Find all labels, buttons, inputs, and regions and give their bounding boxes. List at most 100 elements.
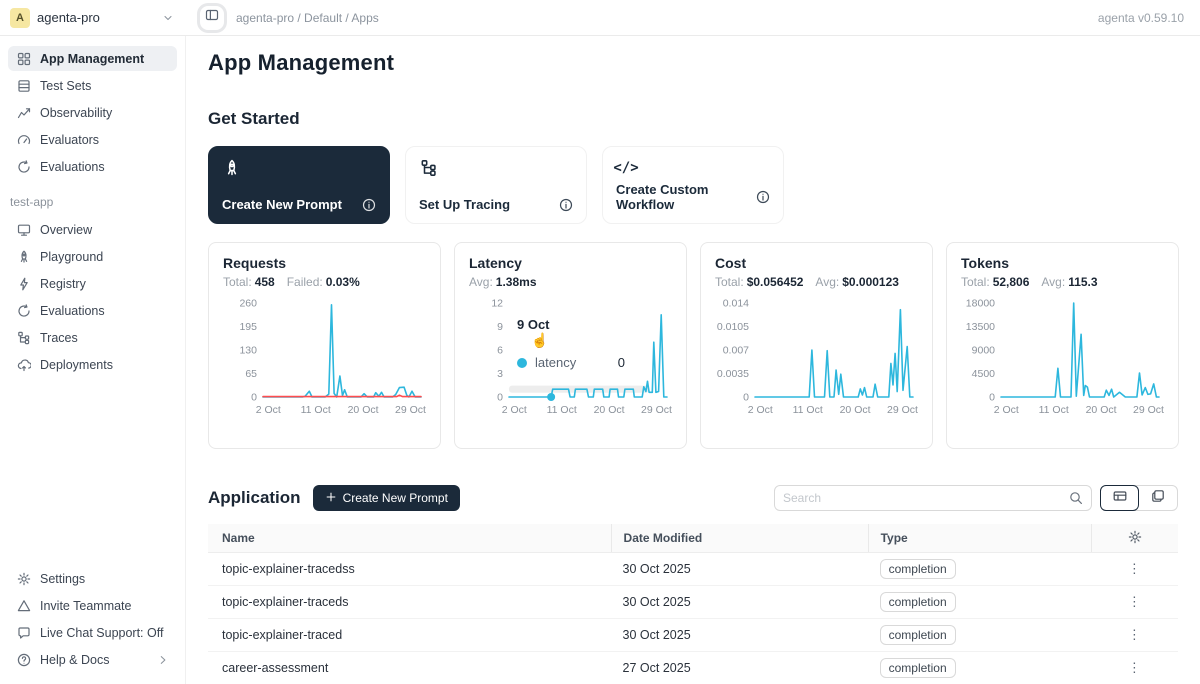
- sidebar-item-label: Registry: [40, 277, 86, 291]
- row-menu-icon[interactable]: ⋮: [1128, 594, 1141, 610]
- svg-text:12: 12: [491, 298, 503, 310]
- row-menu-icon[interactable]: ⋮: [1128, 660, 1141, 676]
- metric-title: Tokens: [961, 255, 1164, 271]
- column-header-type[interactable]: Type: [868, 524, 1091, 552]
- svg-text:29 Oct: 29 Oct: [395, 404, 426, 416]
- help-icon: [16, 652, 31, 667]
- sidebar-item-label: Overview: [40, 223, 92, 237]
- application-header: Application Create New Prompt: [208, 485, 1178, 511]
- row-menu-icon[interactable]: ⋮: [1128, 627, 1141, 643]
- bolt-icon: [16, 276, 31, 291]
- sidebar-item-deployments[interactable]: Deployments: [8, 352, 177, 377]
- table-row-topic-explainer-tracedss[interactable]: topic-explainer-tracedss30 Oct 2025compl…: [208, 553, 1178, 586]
- svg-text:11 Oct: 11 Oct: [547, 404, 577, 416]
- info-icon[interactable]: [756, 190, 770, 204]
- type-badge: completion: [880, 658, 956, 678]
- table-row-career-assessment[interactable]: career-assessment27 Oct 2025completion⋮: [208, 652, 1178, 684]
- refresh-icon: [16, 159, 31, 174]
- svg-text:29 Oct: 29 Oct: [887, 404, 918, 416]
- workspace-name: agenta-pro: [37, 10, 100, 25]
- sidebar-item-label: Help & Docs: [40, 653, 109, 667]
- get-started-card-create-new-prompt[interactable]: Create New Prompt: [208, 146, 390, 224]
- metric-stats: Total:52,806Avg:115.3: [961, 275, 1164, 289]
- sidebar-item-label: Observability: [40, 106, 112, 120]
- svg-text:0.007: 0.007: [723, 345, 749, 357]
- sidebar-item-label: Invite Teammate: [40, 599, 131, 613]
- sidebar-item-live-chat-support-off[interactable]: Live Chat Support: Off: [8, 620, 177, 645]
- cloud-icon: [16, 357, 31, 372]
- table-body: topic-explainer-tracedss30 Oct 2025compl…: [208, 553, 1178, 684]
- sidebar-item-settings[interactable]: Settings: [8, 566, 177, 591]
- sidebar-item-label: Test Sets: [40, 79, 91, 93]
- sidebar-item-app-management[interactable]: App Management: [8, 46, 177, 71]
- gear-icon: [16, 571, 31, 586]
- metric-chart[interactable]: 04500900013500180002 Oct11 Oct20 Oct29 O…: [961, 293, 1166, 425]
- workspace-avatar: A: [10, 8, 30, 28]
- info-icon[interactable]: [559, 198, 573, 212]
- svg-text:9000: 9000: [972, 345, 996, 357]
- svg-text:20 Oct: 20 Oct: [840, 404, 871, 416]
- app-type: completion: [868, 658, 1091, 678]
- svg-text:11 Oct: 11 Oct: [793, 404, 823, 416]
- sidebar-item-invite-teammate[interactable]: Invite Teammate: [8, 593, 177, 618]
- sidebar-item-registry[interactable]: Registry: [8, 271, 177, 296]
- sidebar-item-test-sets[interactable]: Test Sets: [8, 73, 177, 98]
- table-row-topic-explainer-traced[interactable]: topic-explainer-traced30 Oct 2025complet…: [208, 619, 1178, 652]
- chevron-down-icon[interactable]: [162, 12, 174, 24]
- get-started-card-create-custom-workflow[interactable]: </>Create Custom Workflow: [602, 146, 784, 224]
- card-view-button[interactable]: [1138, 486, 1177, 510]
- sidebar-item-evaluations[interactable]: Evaluations: [8, 154, 177, 179]
- row-menu-icon[interactable]: ⋮: [1128, 561, 1141, 577]
- metric-stats: Total:$0.056452Avg:$0.000123: [715, 275, 918, 289]
- app-date-modified: 30 Oct 2025: [611, 595, 868, 609]
- sidebar-collapse-button[interactable]: [200, 6, 224, 30]
- table-view-button[interactable]: [1100, 485, 1139, 511]
- table-icon: [16, 78, 31, 93]
- breadcrumb[interactable]: agenta-pro / Default / Apps: [236, 11, 379, 25]
- svg-text:13500: 13500: [966, 321, 995, 333]
- table-row-topic-explainer-traceds[interactable]: topic-explainer-traceds30 Oct 2025comple…: [208, 586, 1178, 619]
- grid-icon: [16, 51, 31, 66]
- svg-text:11 Oct: 11 Oct: [1039, 404, 1069, 416]
- column-header-name[interactable]: Name: [208, 531, 611, 545]
- sidebar-item-traces[interactable]: Traces: [8, 325, 177, 350]
- get-started-card-set-up-tracing[interactable]: Set Up Tracing: [405, 146, 587, 224]
- table-view-icon: [1113, 489, 1127, 508]
- sidebar-item-evaluations[interactable]: Evaluations: [8, 298, 177, 323]
- sidebar-item-label: App Management: [40, 52, 144, 66]
- svg-text:130: 130: [239, 345, 257, 357]
- sidebar-item-overview[interactable]: Overview: [8, 217, 177, 242]
- get-started-title: Get Started: [208, 109, 1178, 129]
- search-icon[interactable]: [1069, 491, 1083, 505]
- metric-title: Cost: [715, 255, 918, 271]
- svg-text:0.014: 0.014: [723, 298, 749, 310]
- sidebar-app-nav: Overview Playground Registry EvaluationsTra…: [8, 217, 177, 379]
- sidebar-main-nav: App Management Test Sets Observability Eval…: [8, 46, 177, 181]
- app-type: completion: [868, 625, 1091, 645]
- sidebar-item-evaluators[interactable]: Evaluators: [8, 127, 177, 152]
- type-badge: completion: [880, 592, 956, 612]
- metric-chart[interactable]: 00.00350.0070.01050.0142 Oct11 Oct20 Oct…: [715, 293, 920, 425]
- charts-row: RequestsTotal:458Failed:0.03%06513019526…: [208, 242, 1178, 449]
- search-input[interactable]: [783, 491, 1069, 505]
- svg-text:0.0035: 0.0035: [717, 368, 749, 380]
- svg-text:0: 0: [497, 392, 503, 404]
- sidebar-item-observability[interactable]: Observability: [8, 100, 177, 125]
- get-started-card-label: Set Up Tracing: [419, 197, 510, 212]
- column-settings[interactable]: [1091, 524, 1178, 552]
- monitor-icon: [16, 222, 31, 237]
- workspace-switcher[interactable]: A agenta-pro: [0, 8, 186, 28]
- svg-text:0: 0: [251, 392, 257, 404]
- table-header: Name Date Modified Type: [208, 524, 1178, 553]
- metric-chart[interactable]: 0651301952602 Oct11 Oct20 Oct29 Oct: [223, 293, 428, 425]
- metric-chart[interactable]: 0369122 Oct11 Oct20 Oct29 Oct: [469, 293, 674, 425]
- svg-text:3: 3: [497, 368, 503, 380]
- svg-text:4500: 4500: [972, 368, 996, 380]
- create-new-prompt-button[interactable]: Create New Prompt: [313, 485, 460, 511]
- app-name: topic-explainer-traced: [208, 628, 611, 642]
- svg-text:0: 0: [989, 392, 995, 404]
- sidebar-item-playground[interactable]: Playground: [8, 244, 177, 269]
- column-header-date-modified[interactable]: Date Modified: [611, 524, 868, 552]
- info-icon[interactable]: [362, 198, 376, 212]
- sidebar-item-help-docs[interactable]: Help & Docs: [8, 647, 177, 672]
